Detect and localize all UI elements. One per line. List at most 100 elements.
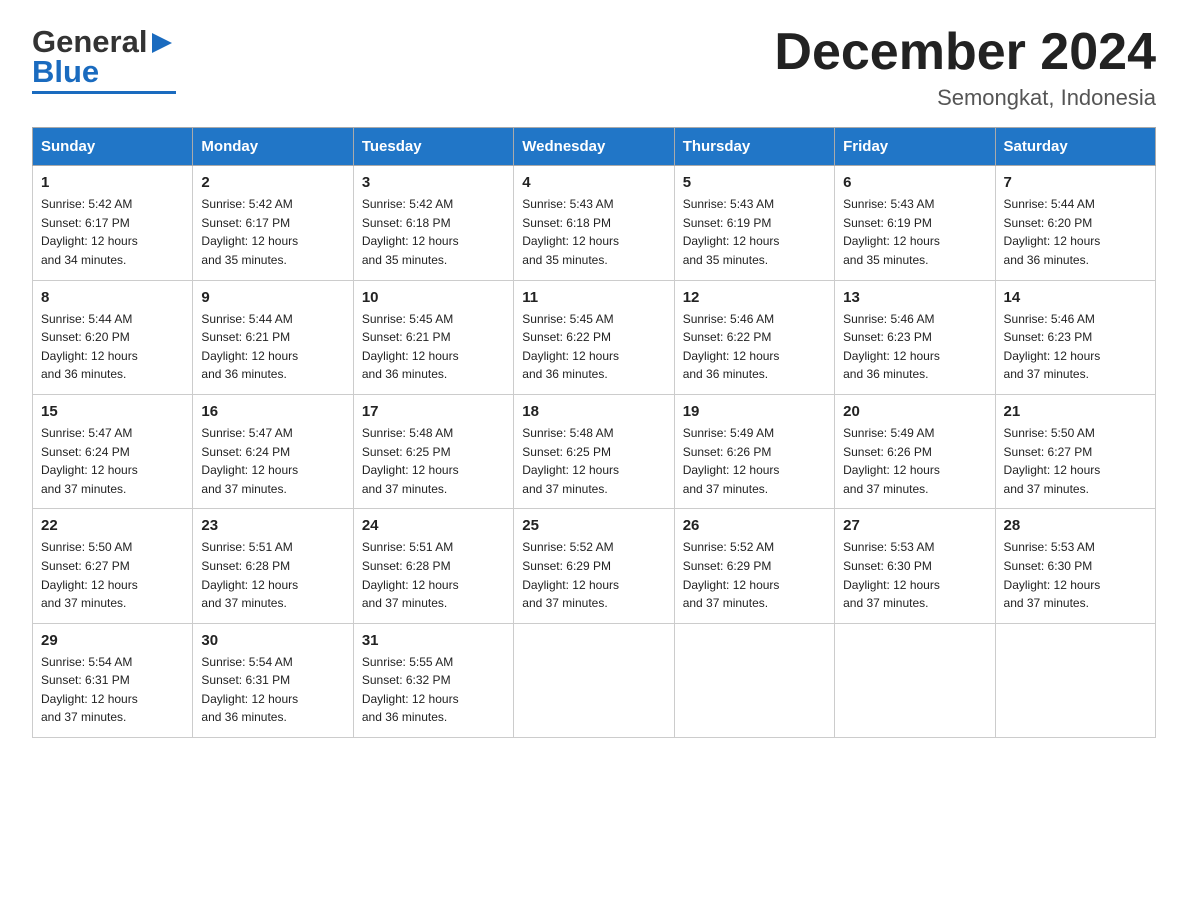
calendar-day-cell: 4 Sunrise: 5:43 AMSunset: 6:18 PMDaylight… xyxy=(514,166,674,280)
calendar-day-cell: 2 Sunrise: 5:42 AMSunset: 6:17 PMDaylight… xyxy=(193,166,353,280)
day-number: 8 xyxy=(41,289,184,306)
day-number: 20 xyxy=(843,403,986,420)
day-info: Sunrise: 5:55 AMSunset: 6:32 PMDaylight:… xyxy=(362,653,505,727)
day-info: Sunrise: 5:42 AMSunset: 6:17 PMDaylight:… xyxy=(41,195,184,269)
day-info: Sunrise: 5:46 AMSunset: 6:23 PMDaylight:… xyxy=(1004,310,1147,384)
day-number: 7 xyxy=(1004,174,1147,191)
day-number: 25 xyxy=(522,517,665,534)
calendar-day-cell: 22Sunrise: 5:50 AMSunset: 6:27 PMDayligh… xyxy=(33,509,193,623)
col-header-friday: Friday xyxy=(835,128,995,166)
col-header-saturday: Saturday xyxy=(995,128,1155,166)
page-header: General Blue December 2024 Semongkat, In… xyxy=(32,24,1156,111)
day-info: Sunrise: 5:49 AMSunset: 6:26 PMDaylight:… xyxy=(683,424,826,498)
calendar-day-cell: 26 Sunrise: 5:52 AMSunset: 6:29 PMDayligh… xyxy=(674,509,834,623)
calendar-day-cell: 16Sunrise: 5:47 AMSunset: 6:24 PMDayligh… xyxy=(193,394,353,508)
day-number: 21 xyxy=(1004,403,1147,420)
day-info: Sunrise: 5:48 AMSunset: 6:25 PMDaylight:… xyxy=(362,424,505,498)
calendar-day-cell: 30 Sunrise: 5:54 AMSunset: 6:31 PMDayligh… xyxy=(193,623,353,737)
calendar-day-cell: 17 Sunrise: 5:48 AMSunset: 6:25 PMDayligh… xyxy=(353,394,513,508)
day-info: Sunrise: 5:42 AMSunset: 6:17 PMDaylight:… xyxy=(201,195,344,269)
calendar-day-cell: 3 Sunrise: 5:42 AMSunset: 6:18 PMDaylight… xyxy=(353,166,513,280)
day-info: Sunrise: 5:47 AMSunset: 6:24 PMDaylight:… xyxy=(201,424,344,498)
day-info: Sunrise: 5:42 AMSunset: 6:18 PMDaylight:… xyxy=(362,195,505,269)
day-number: 2 xyxy=(201,174,344,191)
logo-arrow-icon xyxy=(148,29,176,57)
day-info: Sunrise: 5:47 AMSunset: 6:24 PMDaylight:… xyxy=(41,424,184,498)
day-info: Sunrise: 5:44 AMSunset: 6:20 PMDaylight:… xyxy=(1004,195,1147,269)
day-number: 31 xyxy=(362,632,505,649)
calendar-day-cell: 19 Sunrise: 5:49 AMSunset: 6:26 PMDayligh… xyxy=(674,394,834,508)
day-number: 19 xyxy=(683,403,826,420)
day-info: Sunrise: 5:53 AMSunset: 6:30 PMDaylight:… xyxy=(843,538,986,612)
day-number: 5 xyxy=(683,174,826,191)
calendar-week-row: 15 Sunrise: 5:47 AMSunset: 6:24 PMDayligh… xyxy=(33,394,1156,508)
calendar-day-cell: 1Sunrise: 5:42 AMSunset: 6:17 PMDaylight… xyxy=(33,166,193,280)
day-number: 28 xyxy=(1004,517,1147,534)
day-info: Sunrise: 5:53 AMSunset: 6:30 PMDaylight:… xyxy=(1004,538,1147,612)
day-number: 12 xyxy=(683,289,826,306)
day-info: Sunrise: 5:46 AMSunset: 6:22 PMDaylight:… xyxy=(683,310,826,384)
day-number: 24 xyxy=(362,517,505,534)
calendar-day-cell: 9Sunrise: 5:44 AMSunset: 6:21 PMDaylight… xyxy=(193,280,353,394)
day-number: 15 xyxy=(41,403,184,420)
calendar-day-cell: 5 Sunrise: 5:43 AMSunset: 6:19 PMDaylight… xyxy=(674,166,834,280)
day-info: Sunrise: 5:54 AMSunset: 6:31 PMDaylight:… xyxy=(41,653,184,727)
day-number: 4 xyxy=(522,174,665,191)
col-header-tuesday: Tuesday xyxy=(353,128,513,166)
calendar-table: SundayMondayTuesdayWednesdayThursdayFrid… xyxy=(32,127,1156,738)
calendar-day-cell: 20 Sunrise: 5:49 AMSunset: 6:26 PMDayligh… xyxy=(835,394,995,508)
day-info: Sunrise: 5:54 AMSunset: 6:31 PMDaylight:… xyxy=(201,653,344,727)
calendar-week-row: 8 Sunrise: 5:44 AMSunset: 6:20 PMDaylight… xyxy=(33,280,1156,394)
calendar-week-row: 29Sunrise: 5:54 AMSunset: 6:31 PMDayligh… xyxy=(33,623,1156,737)
day-number: 6 xyxy=(843,174,986,191)
col-header-wednesday: Wednesday xyxy=(514,128,674,166)
day-info: Sunrise: 5:46 AMSunset: 6:23 PMDaylight:… xyxy=(843,310,986,384)
day-info: Sunrise: 5:52 AMSunset: 6:29 PMDaylight:… xyxy=(683,538,826,612)
col-header-thursday: Thursday xyxy=(674,128,834,166)
logo-blue-text: Blue xyxy=(32,54,99,90)
empty-day-cell xyxy=(514,623,674,737)
day-number: 26 xyxy=(683,517,826,534)
calendar-day-cell: 8 Sunrise: 5:44 AMSunset: 6:20 PMDaylight… xyxy=(33,280,193,394)
day-number: 30 xyxy=(201,632,344,649)
calendar-day-cell: 6Sunrise: 5:43 AMSunset: 6:19 PMDaylight… xyxy=(835,166,995,280)
day-number: 14 xyxy=(1004,289,1147,306)
logo-underline xyxy=(32,91,176,94)
calendar-day-cell: 7 Sunrise: 5:44 AMSunset: 6:20 PMDaylight… xyxy=(995,166,1155,280)
day-info: Sunrise: 5:45 AMSunset: 6:21 PMDaylight:… xyxy=(362,310,505,384)
day-number: 27 xyxy=(843,517,986,534)
day-number: 3 xyxy=(362,174,505,191)
calendar-week-row: 1Sunrise: 5:42 AMSunset: 6:17 PMDaylight… xyxy=(33,166,1156,280)
day-info: Sunrise: 5:51 AMSunset: 6:28 PMDaylight:… xyxy=(201,538,344,612)
day-info: Sunrise: 5:52 AMSunset: 6:29 PMDaylight:… xyxy=(522,538,665,612)
calendar-day-cell: 10Sunrise: 5:45 AMSunset: 6:21 PMDayligh… xyxy=(353,280,513,394)
day-number: 17 xyxy=(362,403,505,420)
col-header-monday: Monday xyxy=(193,128,353,166)
calendar-header-row: SundayMondayTuesdayWednesdayThursdayFrid… xyxy=(33,128,1156,166)
title-section: December 2024 Semongkat, Indonesia xyxy=(774,24,1156,111)
day-info: Sunrise: 5:50 AMSunset: 6:27 PMDaylight:… xyxy=(1004,424,1147,498)
calendar-day-cell: 27 Sunrise: 5:53 AMSunset: 6:30 PMDayligh… xyxy=(835,509,995,623)
calendar-day-cell: 13Sunrise: 5:46 AMSunset: 6:23 PMDayligh… xyxy=(835,280,995,394)
col-header-sunday: Sunday xyxy=(33,128,193,166)
calendar-day-cell: 29Sunrise: 5:54 AMSunset: 6:31 PMDayligh… xyxy=(33,623,193,737)
day-info: Sunrise: 5:44 AMSunset: 6:20 PMDaylight:… xyxy=(41,310,184,384)
calendar-day-cell: 12 Sunrise: 5:46 AMSunset: 6:22 PMDayligh… xyxy=(674,280,834,394)
calendar-day-cell: 18Sunrise: 5:48 AMSunset: 6:25 PMDayligh… xyxy=(514,394,674,508)
day-number: 23 xyxy=(201,517,344,534)
calendar-day-cell: 11Sunrise: 5:45 AMSunset: 6:22 PMDayligh… xyxy=(514,280,674,394)
location-title: Semongkat, Indonesia xyxy=(774,85,1156,111)
day-info: Sunrise: 5:51 AMSunset: 6:28 PMDaylight:… xyxy=(362,538,505,612)
day-number: 22 xyxy=(41,517,184,534)
day-number: 9 xyxy=(201,289,344,306)
calendar-day-cell: 24 Sunrise: 5:51 AMSunset: 6:28 PMDayligh… xyxy=(353,509,513,623)
empty-day-cell xyxy=(674,623,834,737)
calendar-day-cell: 15 Sunrise: 5:47 AMSunset: 6:24 PMDayligh… xyxy=(33,394,193,508)
calendar-day-cell: 31 Sunrise: 5:55 AMSunset: 6:32 PMDayligh… xyxy=(353,623,513,737)
calendar-week-row: 22Sunrise: 5:50 AMSunset: 6:27 PMDayligh… xyxy=(33,509,1156,623)
day-info: Sunrise: 5:43 AMSunset: 6:19 PMDaylight:… xyxy=(683,195,826,269)
day-info: Sunrise: 5:43 AMSunset: 6:18 PMDaylight:… xyxy=(522,195,665,269)
day-info: Sunrise: 5:49 AMSunset: 6:26 PMDaylight:… xyxy=(843,424,986,498)
day-number: 11 xyxy=(522,289,665,306)
calendar-day-cell: 28 Sunrise: 5:53 AMSunset: 6:30 PMDayligh… xyxy=(995,509,1155,623)
